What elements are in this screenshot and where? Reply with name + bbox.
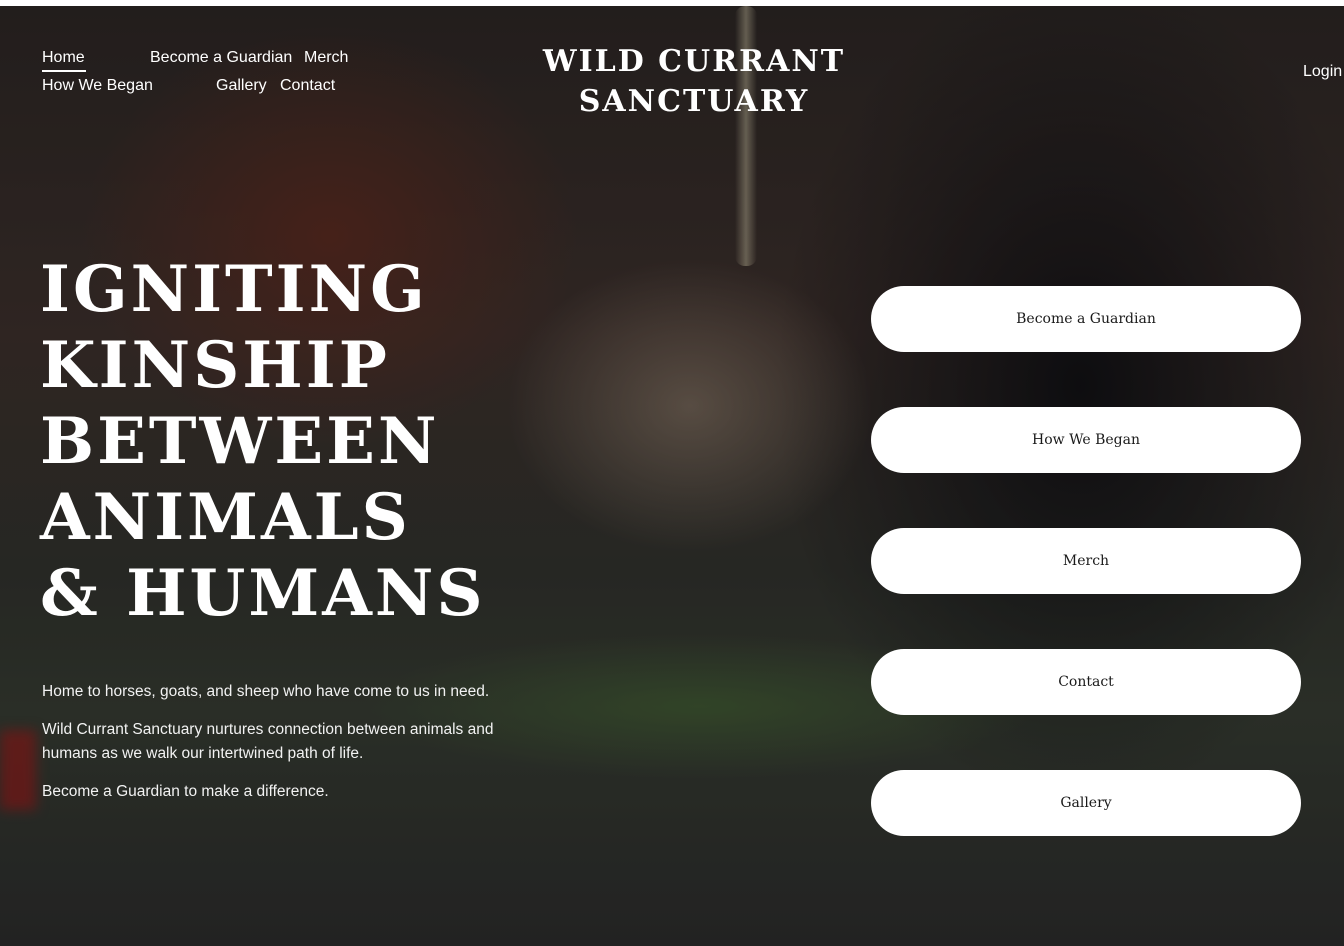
active-underline xyxy=(42,70,86,72)
cta-merch-button[interactable]: Merch xyxy=(871,528,1301,594)
login-link[interactable]: Login xyxy=(1303,63,1342,81)
nav-link-how-we-began[interactable]: How We Began xyxy=(42,77,153,94)
intro-paragraph-2: Wild Currant Sanctuary nurtures connecti… xyxy=(42,721,494,762)
cta-contact-button[interactable]: Contact xyxy=(871,649,1301,715)
intro-paragraph-1: Home to horses, goats, and sheep who hav… xyxy=(42,683,490,700)
cta-become-a-guardian-button[interactable]: Become a Guardian xyxy=(871,286,1301,352)
headline-line-1: IGNITING xyxy=(40,252,428,327)
cta-how-we-began-button[interactable]: How We Began xyxy=(871,407,1301,473)
nav-cell-home: Home xyxy=(42,48,150,72)
nav-link-become-a-guardian[interactable]: Become a Guardian xyxy=(150,49,292,66)
headline-line-3: BETWEEN xyxy=(40,404,440,479)
cta-gallery-button[interactable]: Gallery xyxy=(871,770,1301,836)
headline-line-5: & HUMANS xyxy=(40,556,486,631)
headline-line-4: ANIMALS xyxy=(40,480,411,555)
nav-link-merch[interactable]: Merch xyxy=(304,49,348,66)
site-title-line-1: WILD CURRANT xyxy=(542,44,846,79)
intro-paragraph-3: Become a Guardian to make a difference. xyxy=(42,783,329,800)
main-nav: Home Become a Guardian Merch How We Bega… xyxy=(42,48,422,96)
nav-cell-merch: Merch xyxy=(278,48,398,68)
nav-link-home[interactable]: Home xyxy=(42,48,85,68)
nav-cell-contact: Contact xyxy=(278,76,398,96)
intro-text: Home to horses, goats, and sheep who hav… xyxy=(42,680,542,818)
hero-headline: IGNITING KINSHIP BETWEEN ANIMALS & HUMAN… xyxy=(40,252,540,632)
site-title-line-2: SANCTUARY xyxy=(578,84,810,119)
cta-button-list: Become a Guardian How We Began Merch Con… xyxy=(871,286,1301,836)
nav-cell-guardian: Become a Guardian xyxy=(150,48,292,68)
site-logo-title[interactable]: WILD CURRANT SANCTUARY xyxy=(500,42,888,122)
headline-line-2: KINSHIP xyxy=(40,328,390,403)
nav-link-gallery[interactable]: Gallery xyxy=(216,77,267,94)
nav-link-contact[interactable]: Contact xyxy=(280,77,335,94)
nav-cell-how-we-began: How We Began xyxy=(42,76,153,96)
nav-cell-gallery: Gallery xyxy=(150,76,278,96)
